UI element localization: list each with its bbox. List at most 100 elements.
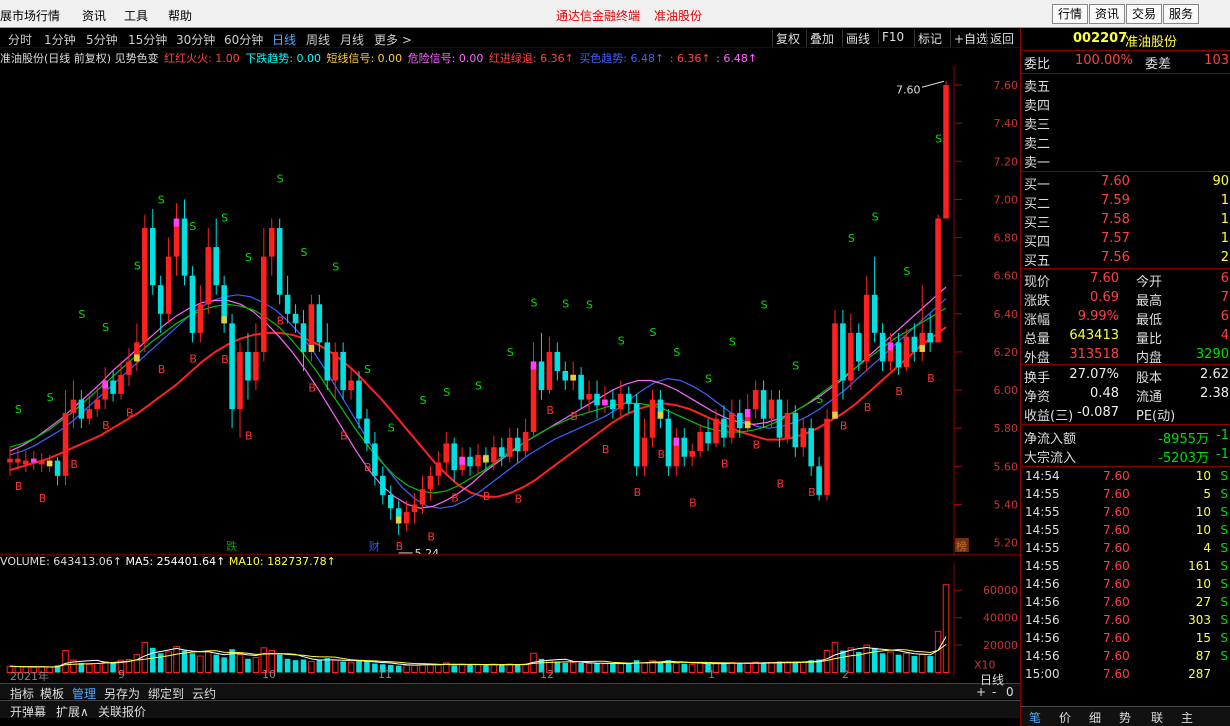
tab-timeshare[interactable]: 分时 (8, 31, 32, 48)
short-signal-block (46, 460, 53, 467)
sell-signal: S (134, 259, 141, 272)
add-watchlist-button[interactable]: +自选 (950, 30, 991, 47)
candle-body (506, 437, 513, 457)
danger-block (744, 409, 751, 418)
buy-signal: B (634, 486, 642, 499)
back-button[interactable]: 返回 (986, 30, 1017, 47)
candle-body (665, 418, 672, 467)
quote-button[interactable]: 行情 (1052, 4, 1089, 24)
adjust-button[interactable]: 复权 (772, 30, 803, 47)
candle-body (824, 418, 830, 495)
y-tick-label: 5.60 (994, 460, 1019, 473)
draw-line-button[interactable]: 画线 (842, 30, 873, 47)
sell-signal: S (729, 336, 736, 349)
tick-side: S (1220, 559, 1228, 573)
tab-ticks[interactable]: 笔 (1029, 709, 1041, 726)
tab-trend[interactable]: 势 (1119, 709, 1131, 726)
candle-body (348, 380, 354, 391)
candle-body (467, 456, 473, 467)
short-signal-block (570, 374, 576, 381)
expand-button[interactable]: 扩展∧ (56, 703, 89, 720)
sell-signal: S (300, 246, 307, 259)
buy-signal: B (102, 419, 110, 432)
sell-signal: S (935, 133, 942, 146)
quote-value: 643413 (1069, 328, 1119, 343)
buy-level-price: 7.60 (1101, 174, 1130, 189)
tick-time: 14:55 (1025, 559, 1060, 573)
buy-signal: B (515, 493, 523, 506)
tab-detail[interactable]: 细 (1089, 709, 1101, 726)
tab-price[interactable]: 价 (1059, 709, 1071, 726)
tab-related[interactable]: 联 (1151, 709, 1163, 726)
buy-level-row: 买四 7.57 1 (1021, 231, 1230, 250)
danger-block (102, 380, 108, 389)
news-button[interactable]: 资讯 (1089, 4, 1126, 24)
fundamental-value-2: 2.62 (1200, 367, 1229, 382)
high-label: 7.60 (896, 83, 921, 96)
event-marker: 跌 (226, 539, 237, 553)
tab-weekly[interactable]: 周线 (306, 31, 330, 48)
fundamental-value-2: 2.38 (1200, 386, 1229, 401)
tick-side: S (1220, 469, 1228, 483)
candle-body (768, 399, 775, 419)
tick-side: S (1220, 631, 1228, 645)
menu-help[interactable]: 帮助 (168, 7, 192, 24)
sell-level-label: 卖四 (1024, 99, 1051, 114)
candle-body (78, 399, 85, 419)
tick-price: 7.60 (1103, 505, 1130, 519)
weicha-value: 103 (1204, 53, 1229, 68)
tab-1min[interactable]: 1分钟 (44, 31, 76, 48)
high-pointer (921, 80, 945, 88)
tick-time: 14:55 (1025, 523, 1060, 537)
tick-row: 14:56 7.60 27 S (1021, 595, 1230, 613)
danmaku-button[interactable]: 开弹幕 (10, 703, 46, 720)
sell-signal: S (245, 251, 252, 264)
candle-body (863, 294, 870, 362)
buy-signal: B (689, 496, 697, 509)
tab-5min[interactable]: 5分钟 (86, 31, 118, 48)
quote-value: 313518 (1069, 347, 1119, 362)
menu-news[interactable]: 资讯 (82, 7, 106, 24)
sell-signal: S (419, 394, 426, 407)
candle-body (776, 399, 783, 438)
candle-body (94, 399, 101, 410)
sell-signal: S (618, 335, 625, 348)
sell-signal: S (388, 421, 395, 434)
quote-value: 0.69 (1090, 290, 1119, 305)
date-axis: 2021年 9 10 11 12 1 2 (0, 668, 1020, 683)
tab-main[interactable]: 主 (1181, 709, 1193, 726)
volume-chart[interactable]: 600004000020000X10 (0, 554, 1020, 684)
candle-body (419, 489, 426, 505)
sell-signal: S (872, 211, 879, 224)
zoom-reset-button[interactable]: 0 (1006, 685, 1014, 699)
flow-label: 净流入额 (1024, 432, 1077, 447)
sell-signal: S (78, 308, 85, 321)
sell-level-row: 卖四 (1021, 95, 1230, 114)
zoom-in-button[interactable]: + (976, 685, 986, 699)
tab-15min[interactable]: 15分钟 (128, 31, 167, 48)
trade-button[interactable]: 交易 (1126, 4, 1163, 24)
service-button[interactable]: 服务 (1163, 4, 1200, 24)
buy-signal: B (427, 531, 435, 544)
tab-30min[interactable]: 30分钟 (176, 31, 215, 48)
candle-body (903, 336, 910, 368)
overlay-button[interactable]: 叠加 (806, 30, 837, 47)
tab-60min[interactable]: 60分钟 (224, 31, 263, 48)
menu-market[interactable]: 展市场行情 (0, 7, 60, 24)
tab-monthly[interactable]: 月线 (340, 31, 364, 48)
date-tick: 11 (378, 668, 392, 681)
quote-value-2: 3290 (1195, 347, 1229, 362)
mark-button[interactable]: 标记 (914, 30, 945, 47)
menu-tools[interactable]: 工具 (124, 7, 148, 24)
candle-body (427, 475, 434, 490)
candlestick-chart[interactable]: 7.60 7.40 7.20 7.00 6.80 6.60 6.40 6.20 6.00 5.80… (0, 66, 1020, 554)
related-quote-button[interactable]: 关联报价 (98, 703, 146, 720)
quote-value-2: 6 (1220, 271, 1229, 286)
tab-daily[interactable]: 日线 (272, 31, 296, 48)
f10-button[interactable]: F10 (878, 30, 907, 44)
vol-tick-label: 20000 (983, 639, 1018, 652)
tab-more[interactable]: 更多 > (374, 31, 412, 48)
zoom-out-button[interactable]: - (992, 685, 996, 699)
buy-level-price: 7.58 (1101, 212, 1130, 227)
candle-body (387, 494, 394, 509)
